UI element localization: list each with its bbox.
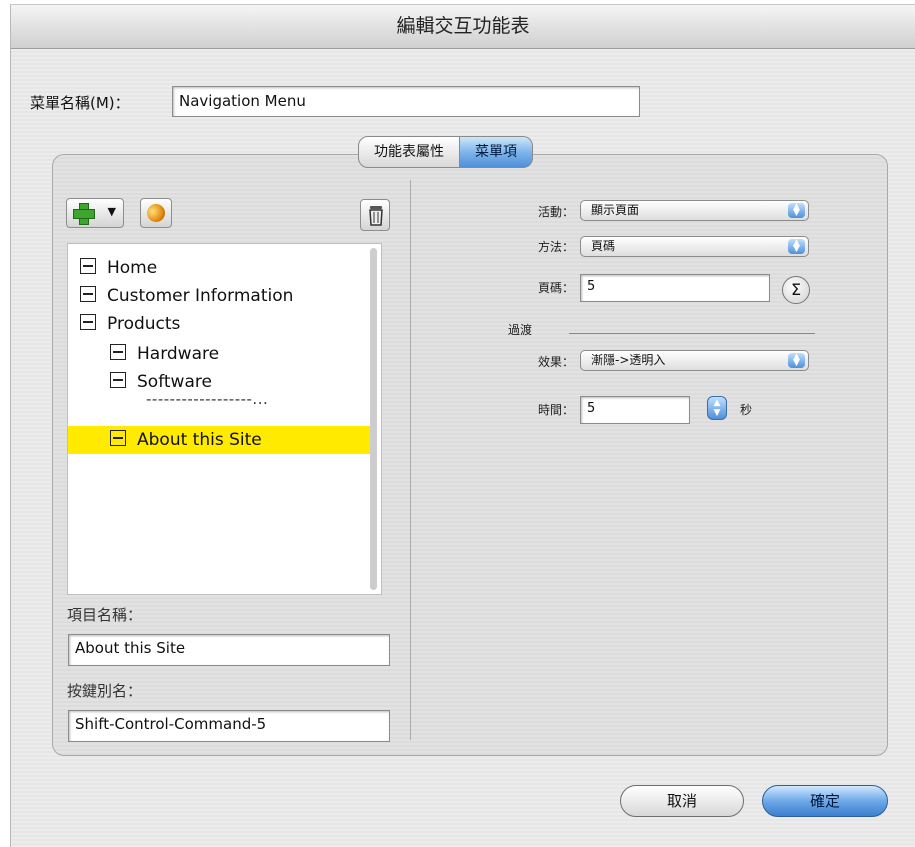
action-label: 活動： (537, 205, 574, 219)
link-item-button[interactable] (140, 198, 172, 228)
menu-items-tree[interactable]: Home Customer Information Products Hardw… (67, 243, 382, 595)
transition-label: 過渡 (508, 323, 533, 337)
time-stepper[interactable]: ▲ ▼ (707, 396, 727, 420)
plus-icon (73, 203, 95, 225)
tree-item-hardware[interactable]: Hardware (110, 340, 219, 368)
tree-scrollbar[interactable] (370, 248, 377, 590)
node-icon (80, 314, 96, 330)
popup-arrows-icon: ▲ ▼ (788, 239, 805, 254)
ok-button[interactable]: 確定 (762, 785, 888, 817)
trash-icon (369, 206, 383, 226)
transition-divider (569, 333, 815, 334)
popup-arrows-icon: ▲ ▼ (788, 353, 805, 368)
delete-item-button[interactable] (360, 199, 390, 231)
tree-item-customer-information[interactable]: Customer Information (80, 282, 293, 310)
add-item-button[interactable]: ▼ (66, 198, 124, 228)
time-label: 時間： (537, 403, 574, 417)
action-select[interactable]: 顯示頁面 ▲ ▼ (580, 200, 809, 221)
tab-menu-items[interactable]: 菜單項 (460, 136, 533, 168)
link-icon (144, 201, 168, 225)
item-name-label: 項目名稱： (67, 606, 143, 624)
node-icon (110, 344, 126, 360)
tab-menu-properties[interactable]: 功能表屬性 (358, 136, 460, 168)
node-icon (110, 372, 126, 388)
chevron-down-icon: ▼ (107, 205, 116, 218)
tab-bar: 功能表屬性 菜單項 (358, 136, 533, 168)
node-icon (80, 258, 96, 274)
separator-item[interactable]: ------------------... (146, 390, 268, 408)
effect-label: 效果： (537, 355, 574, 369)
tree-item-products[interactable]: Products (80, 310, 180, 338)
popup-arrows-icon: ▲ ▼ (788, 203, 805, 218)
page-input[interactable]: 5 (580, 274, 770, 302)
page-label: 頁碼： (537, 281, 574, 295)
menu-name-input[interactable]: Navigation Menu (172, 86, 640, 117)
tree-item-home[interactable]: Home (80, 254, 157, 282)
window-title: 編輯交互功能表 (11, 5, 915, 49)
time-input[interactable]: 5 (580, 396, 690, 424)
shortcut-input[interactable]: Shift-Control-Command-5 (68, 710, 390, 742)
node-icon (110, 430, 126, 446)
node-icon (80, 286, 96, 302)
time-unit: 秒 (740, 403, 753, 417)
panel-divider (410, 180, 411, 740)
item-name-input[interactable]: About this Site (68, 634, 390, 666)
cancel-button[interactable]: 取消 (620, 785, 744, 817)
method-select[interactable]: 頁碼 ▲ ▼ (580, 236, 809, 257)
tree-item-about-this-site[interactable]: About this Site (68, 426, 374, 454)
method-label: 方法： (537, 240, 574, 254)
effect-select[interactable]: 漸隱->透明入 ▲ ▼ (580, 350, 809, 371)
sigma-icon[interactable]: Σ (782, 276, 810, 304)
menu-name-label: 菜單名稱(M)： (30, 94, 130, 112)
shortcut-label: 按鍵別名： (67, 682, 143, 700)
